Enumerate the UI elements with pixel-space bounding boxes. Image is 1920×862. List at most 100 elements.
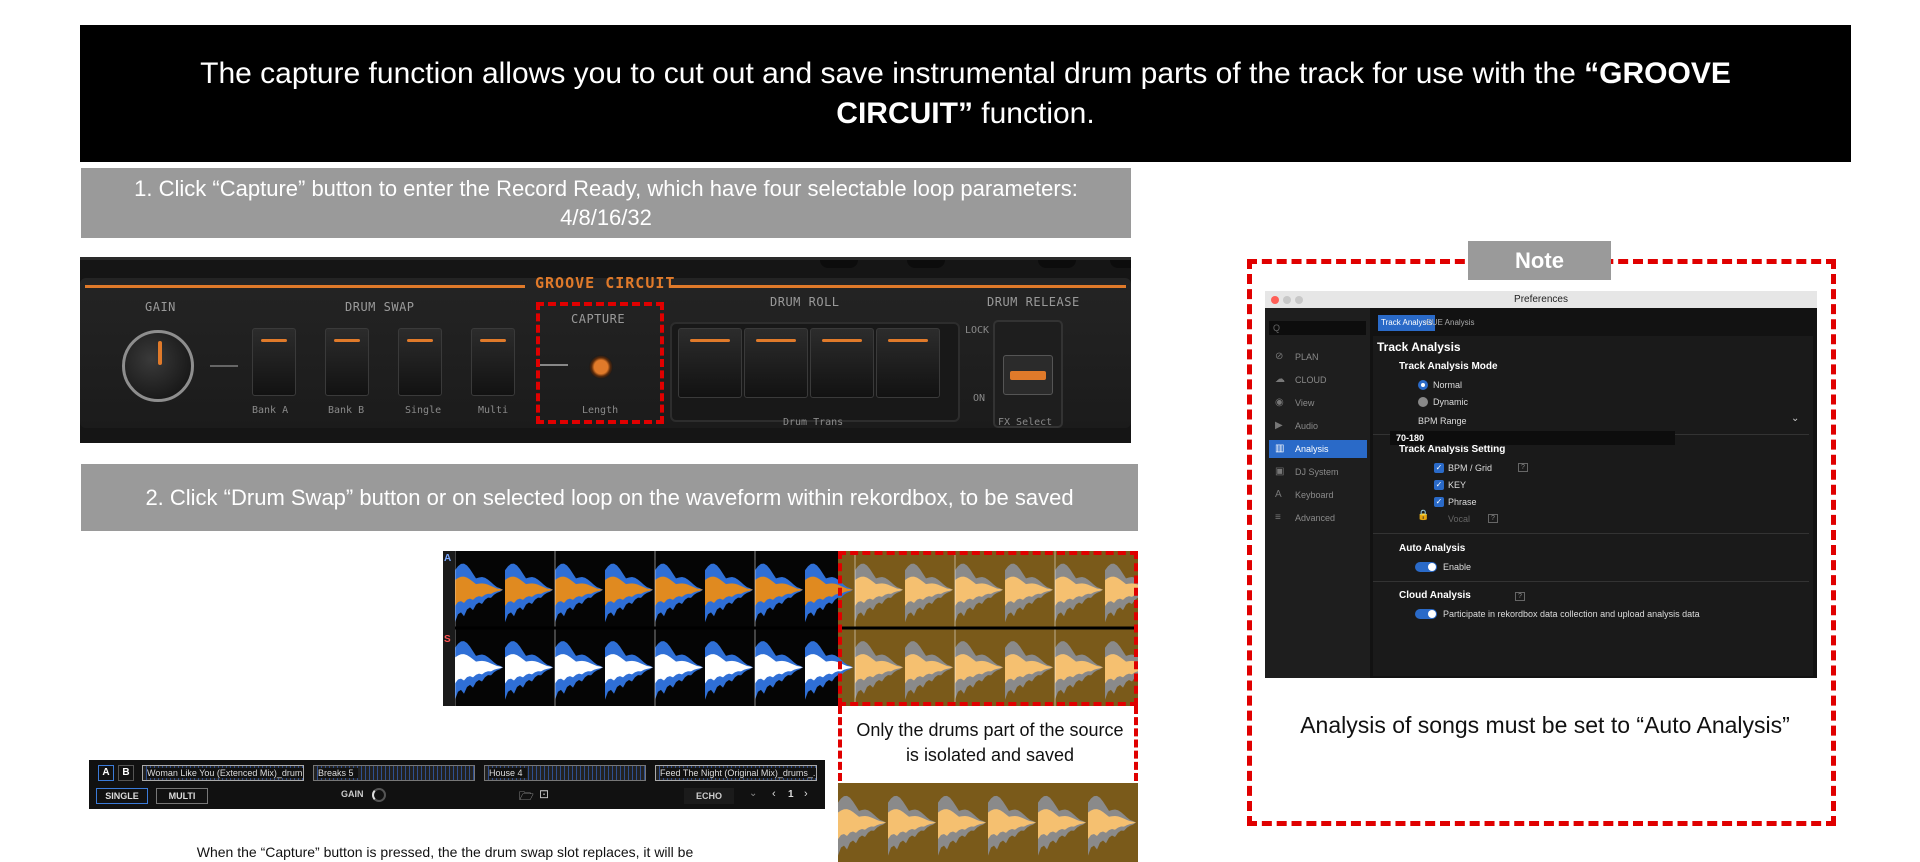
drum-swap-slot-3[interactable]: House 4 xyxy=(484,765,646,781)
checkbox-key[interactable]: ✓ xyxy=(1434,480,1444,490)
prefs-search-input[interactable]: Q xyxy=(1269,321,1366,335)
waveform-marker-top: A xyxy=(444,553,452,564)
panel-top-knob xyxy=(820,260,858,268)
lock-label: LOCK xyxy=(965,325,990,336)
isolated-waveform-graphic xyxy=(838,795,1136,856)
enable-label: Enable xyxy=(1443,562,1472,572)
drum-release-label: DRUM RELEASE xyxy=(987,295,1080,309)
help-icon[interactable]: ? xyxy=(1518,463,1528,472)
gain-knob-icon[interactable] xyxy=(372,788,386,802)
waveform-marker-bottom: S xyxy=(444,634,451,645)
dj-system-icon: ▣ xyxy=(1275,466,1285,477)
lock-icon: 🔒 xyxy=(1417,510,1430,521)
nav-audio[interactable]: ▶ Audio xyxy=(1269,417,1367,435)
plan-icon: ⊘ xyxy=(1275,351,1284,362)
help-icon[interactable]: ? xyxy=(1488,514,1498,523)
normal-label: Normal xyxy=(1433,380,1463,390)
auto-analysis-toggle[interactable] xyxy=(1415,562,1437,572)
zoom-window-icon[interactable] xyxy=(1295,296,1303,304)
advanced-icon: ≡ xyxy=(1275,512,1281,523)
bottom-caption: When the “Capture” button is pressed, th… xyxy=(196,844,694,860)
deck-a-button[interactable]: A xyxy=(98,765,114,781)
drum-swap-pad-bank-b[interactable] xyxy=(325,328,369,396)
bpm-range-select[interactable]: 70-180 xyxy=(1390,431,1675,445)
page-prev-icon[interactable]: ‹ xyxy=(772,788,776,800)
bpm-range-label: BPM Range xyxy=(1418,416,1467,426)
deck-b-button[interactable]: B xyxy=(118,765,134,781)
chevron-down-icon[interactable]: ⌄ xyxy=(749,788,757,799)
prefs-titlebar: Preferences xyxy=(1265,291,1817,308)
nav-dj-system[interactable]: ▣ DJ System xyxy=(1269,463,1367,481)
panel-top-knob xyxy=(1038,260,1076,268)
folder-icon[interactable]: 🗁 xyxy=(519,787,534,808)
chevron-down-icon[interactable]: ⌄ xyxy=(1791,413,1799,424)
drum-release-lever[interactable] xyxy=(1003,355,1053,395)
track-analysis-setting-heading: Track Analysis Setting xyxy=(1399,444,1506,455)
drum-swap-slot-4[interactable]: Feed The Night (Original Mix)_drums_... xyxy=(655,765,817,781)
single-label: Single xyxy=(405,405,442,416)
capture-highlight-box xyxy=(536,302,664,424)
groove-circuit-panel: GROOVE CIRCUIT GAIN DRUM SWAP CAPTURE DR… xyxy=(80,257,1131,443)
cloud-analysis-heading: Cloud Analysis xyxy=(1399,590,1471,601)
save-icon[interactable]: ⊡ xyxy=(539,787,549,801)
checkbox-bpm-grid[interactable]: ✓ xyxy=(1434,463,1444,473)
single-mode-button[interactable]: SINGLE xyxy=(96,788,148,804)
nav-plan[interactable]: ⊘ PLAN xyxy=(1269,348,1367,366)
echo-selector[interactable]: ECHO xyxy=(684,788,734,804)
phrase-label: Phrase xyxy=(1448,497,1477,507)
key-label: KEY xyxy=(1448,480,1467,490)
drum-roll-pad[interactable] xyxy=(810,328,874,398)
drum-swap-slot-2[interactable]: Breaks 5 xyxy=(313,765,475,781)
checkbox-phrase[interactable]: ✓ xyxy=(1434,497,1444,507)
isolated-caption: Only the drums part of the source is iso… xyxy=(856,720,1124,765)
on-label: ON xyxy=(973,393,986,404)
cloud-icon: ☁ xyxy=(1275,374,1285,385)
note-caption: Analysis of songs must be set to “Auto A… xyxy=(1300,712,1790,738)
minimize-window-icon[interactable] xyxy=(1283,296,1291,304)
auto-analysis-heading: Auto Analysis xyxy=(1399,543,1466,554)
note-tab: Note xyxy=(1468,241,1611,280)
multi-mode-button[interactable]: MULTI xyxy=(156,788,208,804)
section-divider xyxy=(1373,533,1809,534)
header-text: The capture function allows you to cut o… xyxy=(200,56,1731,130)
waveform-side-rail xyxy=(443,551,455,706)
panel-divider-line xyxy=(85,285,525,288)
page-next-icon[interactable]: › xyxy=(804,788,808,800)
nav-keyboard[interactable]: A Keyboard xyxy=(1269,486,1367,504)
help-icon[interactable]: ? xyxy=(1515,592,1525,601)
prefs-content: Track Analysis Track Analysis Mode Norma… xyxy=(1373,336,1813,676)
fx-select-label: FX Select xyxy=(998,417,1053,428)
panel-top-knob xyxy=(1110,260,1131,268)
close-window-icon[interactable] xyxy=(1271,296,1279,304)
waveform-display[interactable]: A S xyxy=(443,551,1138,706)
nav-advanced[interactable]: ≡ Advanced xyxy=(1269,509,1367,527)
radio-dynamic[interactable] xyxy=(1418,397,1428,407)
section-divider xyxy=(1373,581,1809,582)
drum-roll-pad[interactable] xyxy=(744,328,808,398)
cloud-analysis-toggle[interactable] xyxy=(1415,609,1437,619)
drum-roll-label: DRUM ROLL xyxy=(770,295,840,309)
cloud-participate-label: Participate in rekordbox data collection… xyxy=(1443,609,1700,619)
drum-swap-label: DRUM SWAP xyxy=(345,300,415,314)
track-analysis-heading: Track Analysis xyxy=(1377,340,1461,354)
radio-normal[interactable] xyxy=(1418,380,1428,390)
connector-line xyxy=(210,365,238,367)
gain-knob[interactable] xyxy=(122,330,194,402)
view-icon: ◉ xyxy=(1275,397,1284,408)
dynamic-label: Dynamic xyxy=(1433,397,1469,407)
audio-icon: ▶ xyxy=(1275,420,1283,431)
drum-trans-label: Drum Trans xyxy=(783,417,844,428)
nav-analysis[interactable]: ▥ Analysis xyxy=(1269,440,1367,458)
drum-swap-pad-multi[interactable] xyxy=(471,328,515,396)
groove-circuit-title: GROOVE CIRCUIT xyxy=(535,274,676,292)
step-1-banner: 1. Click “Capture” button to enter the R… xyxy=(81,168,1131,238)
drum-roll-pad[interactable] xyxy=(678,328,742,398)
drum-swap-pad-bank-a[interactable] xyxy=(252,328,296,396)
tab-cue-analysis[interactable]: CUE Analysis xyxy=(1423,315,1477,331)
drum-roll-pad[interactable] xyxy=(876,328,940,398)
nav-cloud[interactable]: ☁ CLOUD xyxy=(1269,371,1367,389)
drum-swap-slot-1[interactable]: Woman Like You (Extenced Mix)_drum... xyxy=(142,765,304,781)
step-2-banner: 2. Click “Drum Swap” button or on select… xyxy=(81,464,1138,531)
drum-swap-pad-single[interactable] xyxy=(398,328,442,396)
nav-view[interactable]: ◉ View xyxy=(1269,394,1367,412)
